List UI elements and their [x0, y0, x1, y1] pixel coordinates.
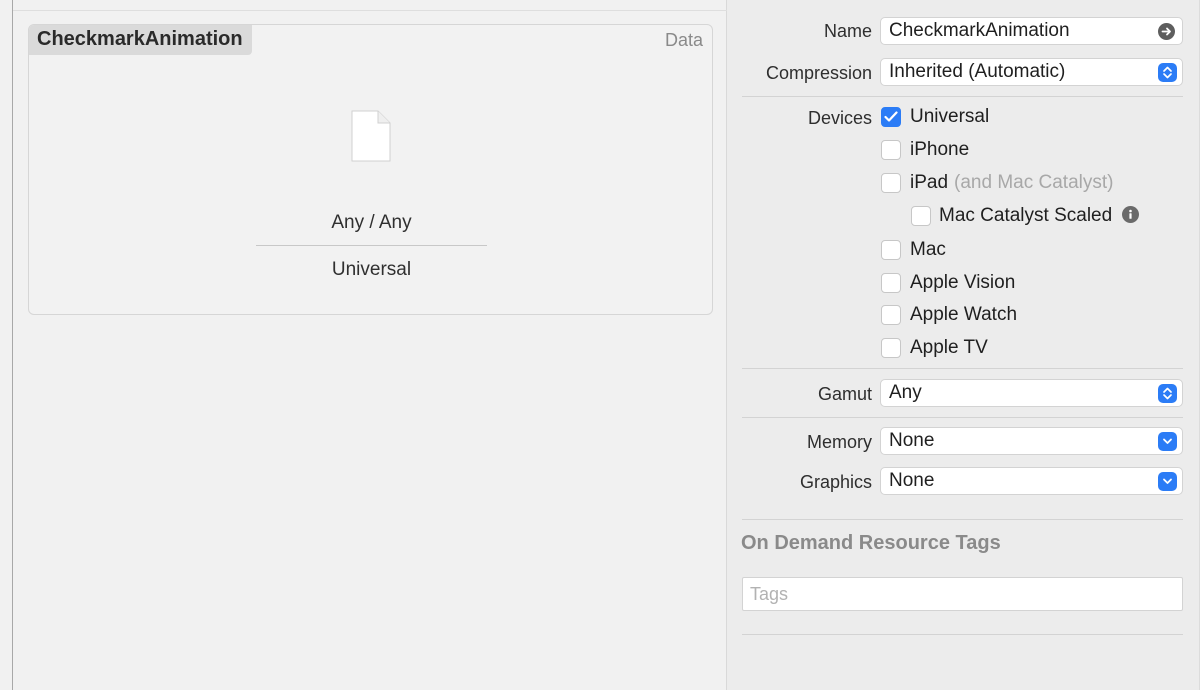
compression-label: Compression [765, 63, 872, 83]
chevron-down-icon[interactable] [1158, 472, 1177, 491]
memory-label: Memory [806, 432, 872, 452]
separator [742, 417, 1183, 418]
chevron-down-icon[interactable] [1158, 432, 1177, 451]
device-iphone-label[interactable]: iPhone [910, 139, 969, 161]
name-label: Name [823, 21, 872, 41]
navigator-divider[interactable] [12, 0, 13, 690]
checkbox-universal[interactable] [881, 107, 901, 127]
checkbox-apple-tv[interactable] [881, 338, 901, 358]
checkbox-mac[interactable] [881, 240, 901, 260]
device-mac-label[interactable]: Mac [910, 239, 946, 261]
memory-popup[interactable]: None [880, 427, 1183, 455]
checkbox-ipad[interactable] [881, 173, 901, 193]
compression-popup[interactable]: Inherited (Automatic) [880, 58, 1183, 86]
editor-top-border [13, 10, 727, 11]
slot-appearance-label: Any / Any [331, 212, 412, 233]
device-mac-catalyst-scaled-label[interactable]: Mac Catalyst Scaled [939, 205, 1140, 227]
document-icon[interactable] [350, 109, 392, 163]
up-down-chevron-icon[interactable] [1158, 384, 1177, 403]
device-apple-tv-label[interactable]: Apple TV [910, 337, 988, 359]
checkbox-mac-catalyst-scaled[interactable] [911, 206, 931, 226]
name-value[interactable]: CheckmarkAnimation [889, 20, 1070, 41]
tags-input[interactable]: Tags [742, 577, 1183, 611]
separator [742, 96, 1183, 97]
device-apple-vision-label[interactable]: Apple Vision [910, 272, 1015, 294]
compression-value[interactable]: Inherited (Automatic) [889, 61, 1065, 82]
asset-type-label: Data [664, 30, 703, 50]
graphics-popup[interactable]: None [880, 467, 1183, 495]
device-ipad-text[interactable]: iPad [910, 172, 948, 193]
devices-label: Devices [807, 108, 872, 128]
attributes-inspector: Name CheckmarkAnimation Compression Inhe… [728, 0, 1200, 690]
asset-name-label[interactable]: CheckmarkAnimation [29, 25, 252, 55]
gamut-value[interactable]: Any [889, 382, 922, 403]
separator [742, 519, 1183, 520]
name-field[interactable]: CheckmarkAnimation [880, 17, 1183, 45]
checkbox-iphone[interactable] [881, 140, 901, 160]
odr-section-title: On Demand Resource Tags [741, 532, 1001, 554]
separator [742, 634, 1183, 635]
checkbox-apple-vision[interactable] [881, 273, 901, 293]
gamut-label: Gamut [817, 384, 872, 404]
slot-device-label: Universal [331, 259, 412, 280]
memory-value[interactable]: None [889, 430, 934, 451]
graphics-value[interactable]: None [889, 470, 934, 491]
graphics-label: Graphics [799, 472, 872, 492]
device-ipad-note: (and Mac Catalyst) [954, 172, 1114, 193]
info-icon[interactable] [1122, 206, 1140, 223]
device-universal-label[interactable]: Universal [910, 106, 989, 128]
asset-editor: CheckmarkAnimation Data Any / Any Univer… [0, 0, 727, 690]
device-ipad-label[interactable]: iPad (and Mac Catalyst) [910, 172, 1113, 194]
slot-divider [256, 245, 487, 246]
device-apple-watch-label[interactable]: Apple Watch [910, 304, 1017, 326]
mac-catalyst-scaled-text[interactable]: Mac Catalyst Scaled [939, 205, 1112, 226]
separator [742, 368, 1183, 369]
gamut-popup[interactable]: Any [880, 379, 1183, 407]
arrow-right-circle-icon[interactable] [1158, 23, 1175, 40]
checkbox-apple-watch[interactable] [881, 305, 901, 325]
up-down-chevron-icon[interactable] [1158, 63, 1177, 82]
asset-card[interactable]: CheckmarkAnimation Data Any / Any Univer… [28, 24, 713, 315]
